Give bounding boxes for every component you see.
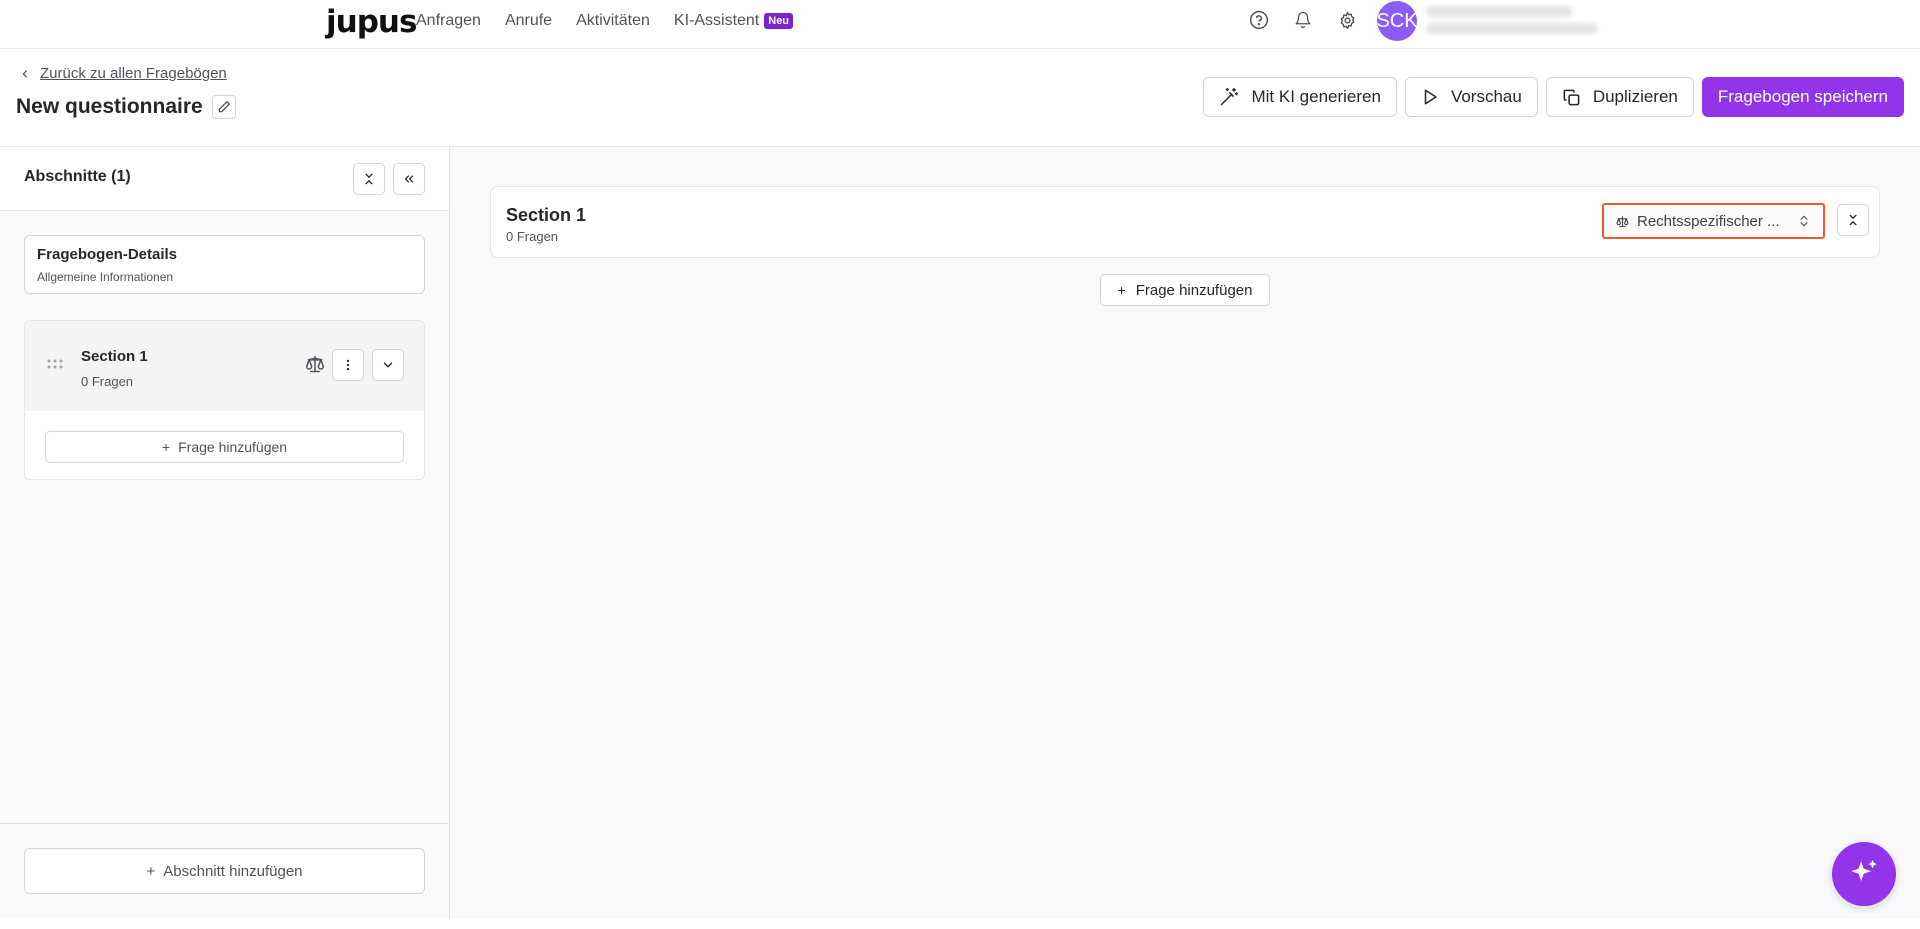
user-name-blurred xyxy=(1426,6,1572,17)
details-subtitle: Allgemeine Informationen xyxy=(37,270,174,284)
nav-icons xyxy=(1248,9,1380,31)
chevrons-collapse-icon xyxy=(365,173,373,185)
user-info-blurred[interactable] xyxy=(1426,6,1598,40)
collapse-all-button[interactable] xyxy=(353,163,385,195)
chevron-down-icon xyxy=(383,362,393,368)
collapse-sidebar-button[interactable] xyxy=(393,163,425,195)
section-card: Section 1 0 Fragen Rechtsspezifischer ..… xyxy=(490,186,1880,258)
duplicate-button[interactable]: Duplizieren xyxy=(1545,77,1694,117)
add-question-button[interactable]: + Frage hinzufügen xyxy=(1100,274,1270,306)
header-actions: Mit KI generieren Vorschau Duplizieren F… xyxy=(1195,77,1904,117)
page-title: New questionnaire xyxy=(16,95,203,118)
bell-icon[interactable] xyxy=(1292,9,1314,31)
preview-label: Vorschau xyxy=(1450,87,1522,106)
nav-link-anfragen[interactable]: Anfragen xyxy=(416,12,481,30)
sections-title: Abschnitte (1) xyxy=(24,168,131,185)
copy-icon xyxy=(1563,89,1580,105)
user-avatar[interactable]: SCK xyxy=(1376,1,1418,41)
save-questionnaire-button[interactable]: Fragebogen speichern xyxy=(1701,77,1904,117)
section-collapse-button[interactable] xyxy=(1837,204,1869,236)
drag-handle-icon[interactable] xyxy=(47,359,63,369)
sidebar-footer: + Abschnitt hinzufügen xyxy=(0,823,449,919)
back-link[interactable]: Zurück zu allen Fragebögen xyxy=(20,65,227,82)
jupus-logo[interactable]: jupus xyxy=(326,4,417,40)
sidebar-section-header[interactable]: Section 1 0 Fragen xyxy=(25,321,424,411)
add-section-button[interactable]: + Abschnitt hinzufügen xyxy=(24,848,425,894)
chevron-left-icon xyxy=(22,69,27,78)
duplicate-label: Duplizieren xyxy=(1592,87,1678,106)
section-more-options-button[interactable] xyxy=(332,349,364,381)
ai-assistant-fab[interactable] xyxy=(1832,842,1896,906)
sections-sidebar: Abschnitte (1) Fragebogen-Details Allgem… xyxy=(0,147,450,919)
sidebar-section-title: Section 1 xyxy=(81,348,148,365)
section-question-count: 0 Fragen xyxy=(506,229,559,244)
questionnaire-details-card[interactable]: Fragebogen-Details Allgemeine Informatio… xyxy=(24,235,425,294)
chevrons-left-icon xyxy=(404,175,414,183)
user-email-blurred xyxy=(1426,23,1598,34)
sparkle-icon xyxy=(1851,859,1877,882)
details-title: Fragebogen-Details xyxy=(37,246,178,263)
more-vertical-icon xyxy=(346,359,350,371)
pencil-icon xyxy=(218,101,230,113)
add-section-label: Abschnitt hinzufügen xyxy=(163,862,303,880)
nav-links: Anfragen Anrufe Aktivitäten KI-Assistent… xyxy=(416,12,817,30)
sidebar-section-question-count: 0 Fragen xyxy=(81,374,134,389)
generate-with-ai-label: Mit KI generieren xyxy=(1251,87,1381,106)
back-link-label: Zurück zu allen Fragebögen xyxy=(40,65,227,82)
sidebar-add-question-label: Frage hinzufügen xyxy=(178,439,288,455)
plus-icon: + xyxy=(1117,282,1126,298)
play-icon xyxy=(1424,89,1437,105)
title-row: New questionnaire xyxy=(16,95,236,119)
main-content: Section 1 0 Fragen Rechtsspezifischer ..… xyxy=(450,147,1920,919)
section-expand-button[interactable] xyxy=(372,349,404,381)
nav-link-anrufe[interactable]: Anrufe xyxy=(505,12,552,30)
top-navigation: jupus Anfragen Anrufe Aktivitäten KI-Ass… xyxy=(0,0,1920,49)
sidebar-section-card: Section 1 0 Fragen + Frage hinzufügen xyxy=(24,320,425,480)
section-title: Section 1 xyxy=(506,205,587,225)
scale-icon xyxy=(305,355,325,373)
sidebar-add-question-button[interactable]: + Frage hinzufügen xyxy=(45,431,404,463)
new-badge: Neu xyxy=(764,13,794,29)
nav-link-aktivitaeten[interactable]: Aktivitäten xyxy=(576,12,650,30)
chevrons-collapse-icon xyxy=(1849,214,1857,226)
scale-icon xyxy=(1616,215,1629,227)
legal-area-select-value: Rechtsspezifischer ... xyxy=(1637,212,1780,230)
plus-icon: + xyxy=(161,439,171,455)
legal-area-select[interactable]: Rechtsspezifischer ... xyxy=(1602,203,1825,239)
plus-icon: + xyxy=(146,862,156,880)
nav-link-ki-assistent[interactable]: KI-Assistent Neu xyxy=(673,12,794,30)
gear-icon[interactable] xyxy=(1336,9,1358,31)
preview-button[interactable]: Vorschau xyxy=(1404,77,1538,117)
magic-wand-icon xyxy=(1221,87,1239,106)
generate-with-ai-button[interactable]: Mit KI generieren xyxy=(1203,77,1397,117)
page-header: Zurück zu allen Fragebögen New questionn… xyxy=(0,49,1920,147)
chevron-up-down-icon xyxy=(1800,215,1808,227)
add-question-label: Frage hinzufügen xyxy=(1135,281,1253,299)
help-circle-icon[interactable] xyxy=(1248,9,1270,31)
nav-link-ki-assistent-label: KI-Assistent xyxy=(673,12,760,29)
edit-title-button[interactable] xyxy=(211,95,236,119)
sidebar-header: Abschnitte (1) xyxy=(0,147,449,211)
